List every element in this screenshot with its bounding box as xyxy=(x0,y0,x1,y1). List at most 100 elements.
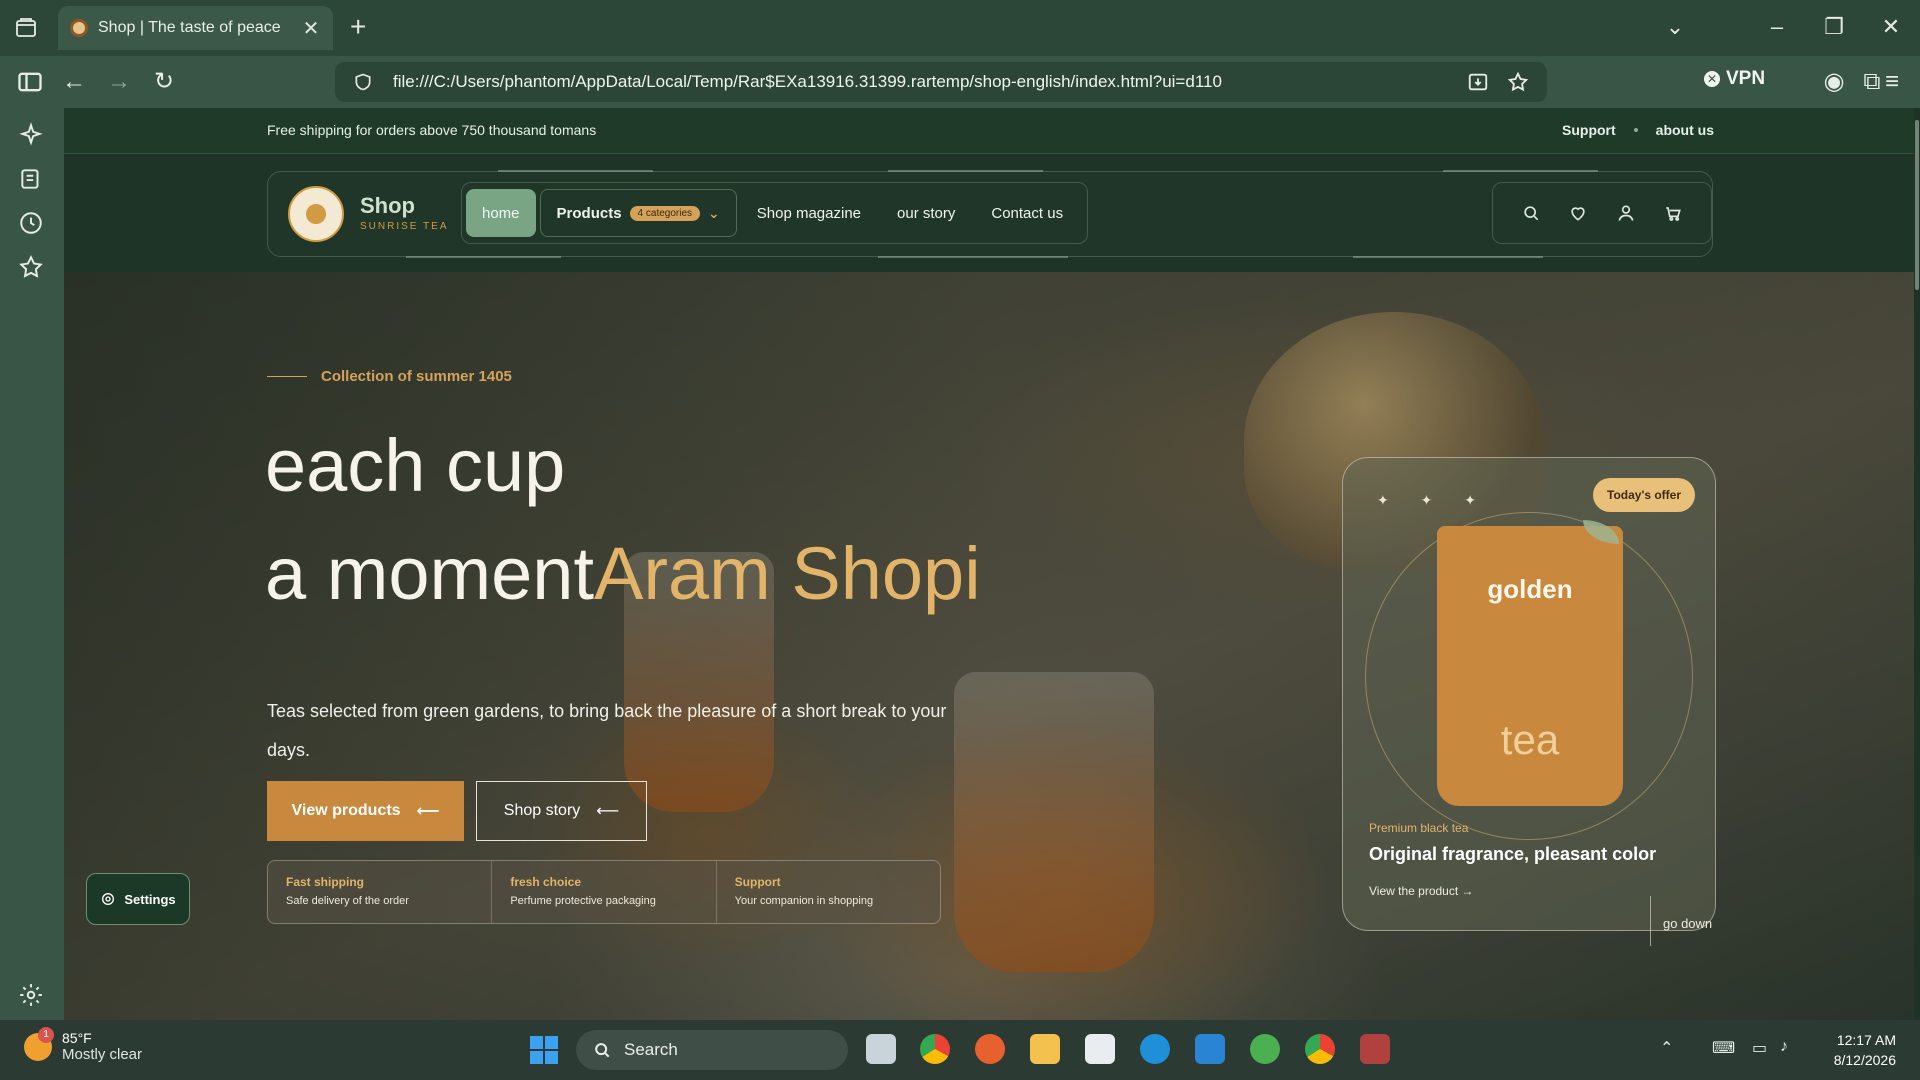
package-subtitle: tea xyxy=(1500,716,1560,763)
site-info-shield-icon[interactable] xyxy=(353,72,373,92)
feature-fresh-choice: fresh choice Perfume protective packagin… xyxy=(492,861,717,923)
url-text[interactable]: file:///C:/Users/phantom/AppData/Local/T… xyxy=(393,72,1467,92)
history-clock-icon[interactable] xyxy=(18,210,44,236)
feature-support: Support Your companion in shopping xyxy=(717,861,940,923)
about-us-link[interactable]: about us xyxy=(1656,122,1714,138)
tab-title: Shop | The taste of peace xyxy=(98,19,281,36)
search-icon[interactable] xyxy=(1521,203,1541,223)
volume-icon[interactable]: ♪ xyxy=(1780,1038,1788,1056)
new-tab-button[interactable]: + xyxy=(350,12,366,42)
file-explorer-icon[interactable] xyxy=(1030,1034,1060,1064)
vscode-icon[interactable] xyxy=(1195,1034,1225,1064)
firefox-icon[interactable] xyxy=(975,1034,1005,1064)
start-windows-icon[interactable] xyxy=(530,1036,558,1064)
bookmark-star-icon[interactable] xyxy=(1507,71,1529,93)
hero-tea-glass-illustration xyxy=(954,672,1154,972)
microsoft-store-icon[interactable] xyxy=(1085,1034,1115,1064)
browser-tab-bar: Shop | The taste of peace ✕ + ⌄ – ❐ ✕ xyxy=(0,0,1920,56)
tray-chevron-up-icon[interactable]: ⌃ xyxy=(1660,1038,1673,1058)
search-icon xyxy=(595,1043,610,1058)
nav-products[interactable]: Products 4 categories ⌄ xyxy=(539,189,737,237)
settings-button[interactable]: Settings xyxy=(86,873,190,925)
close-window-icon[interactable]: ✕ xyxy=(1876,12,1906,42)
view-products-button[interactable]: View products ⟵ xyxy=(267,781,464,841)
headline-line-1: each cup xyxy=(265,424,566,507)
nav-accent-line xyxy=(1443,170,1598,172)
support-link[interactable]: Support xyxy=(1562,122,1616,138)
address-bar[interactable]: file:///C:/Users/phantom/AppData/Local/T… xyxy=(335,62,1547,102)
minimize-icon[interactable]: – xyxy=(1762,12,1792,42)
tab-close-icon[interactable]: ✕ xyxy=(301,16,321,41)
menu-icon[interactable]: ≡ xyxy=(1878,68,1906,96)
view-product-link[interactable]: View the product → xyxy=(1369,884,1474,898)
network-icon[interactable]: ▭ xyxy=(1752,1038,1767,1058)
brand-logo[interactable] xyxy=(288,186,344,242)
taskbar-search[interactable]: Search xyxy=(576,1030,848,1070)
sidebar-toggle-icon[interactable] xyxy=(16,68,44,96)
feature-fast-shipping: Fast shipping Safe delivery of the order xyxy=(268,861,493,923)
gear-icon xyxy=(102,893,115,905)
panel-settings-gear-icon[interactable] xyxy=(18,982,44,1008)
ai-sparkle-icon[interactable] xyxy=(18,122,44,148)
nav-accent-line xyxy=(878,256,1068,258)
free-shipping-promo: Free shipping for orders above 750 thous… xyxy=(267,122,597,138)
todays-offer-card[interactable]: ✦ ✦ ✦ Today's offer golden tea Premium b… xyxy=(1342,457,1716,931)
leaf-icon xyxy=(1583,520,1619,544)
tab-list-chevron-icon[interactable]: ⌄ xyxy=(1660,12,1690,42)
task-view-icon[interactable] xyxy=(866,1034,896,1064)
offer-category: Premium black tea xyxy=(1369,821,1469,835)
app-icon[interactable] xyxy=(1250,1034,1280,1064)
user-account-icon[interactable] xyxy=(1616,203,1636,223)
vpn-label: VPN xyxy=(1726,68,1766,89)
clock-date: 8/12/2026 xyxy=(1833,1052,1896,1068)
main-navigation: Shop SUNRISE TEA home Products 4 categor… xyxy=(267,170,1713,258)
favorites-star-icon[interactable] xyxy=(18,254,44,280)
page-scrollbar[interactable] xyxy=(1914,108,1920,1020)
winrar-icon[interactable] xyxy=(1360,1034,1390,1064)
tab-actions-icon[interactable] xyxy=(14,16,38,40)
system-clock[interactable]: 12:17 AM 8/12/2026 xyxy=(1834,1030,1896,1070)
nav-products-label: Products xyxy=(556,204,622,222)
nav-accent-line xyxy=(888,170,1043,172)
restore-icon[interactable]: ❐ xyxy=(1819,12,1849,42)
nav-our-story[interactable]: our story xyxy=(881,189,971,237)
weather-widget[interactable]: 1 85°F Mostly clear xyxy=(24,1026,142,1063)
forward-icon[interactable]: → xyxy=(105,68,133,96)
sparkle-icons: ✦ ✦ ✦ xyxy=(1377,492,1490,508)
brand-tagline: SUNRISE TEA xyxy=(360,221,449,232)
nav-contact-us[interactable]: Contact us xyxy=(975,189,1079,237)
chevron-down-icon: ⌄ xyxy=(708,204,720,221)
reload-icon[interactable]: ↻ xyxy=(150,68,178,96)
back-icon[interactable]: ← xyxy=(60,68,88,96)
logo-mark-icon xyxy=(303,201,329,227)
shop-story-button[interactable]: Shop story ⟵ xyxy=(476,781,647,841)
nav-shop-magazine[interactable]: Shop magazine xyxy=(741,189,877,237)
view-products-label: View products xyxy=(291,802,401,819)
reading-list-icon[interactable] xyxy=(18,166,44,192)
nav-accent-line xyxy=(498,170,653,172)
vpn-button[interactable]: ✕ VPN xyxy=(1704,68,1765,90)
brand[interactable]: Shop SUNRISE TEA xyxy=(360,193,449,232)
profile-icon[interactable]: ◉ xyxy=(1820,68,1848,96)
scrollbar-thumb[interactable] xyxy=(1915,120,1919,290)
feature-desc: Safe delivery of the order xyxy=(286,895,409,907)
separator-dot xyxy=(1633,128,1638,132)
install-app-icon[interactable] xyxy=(1467,71,1489,93)
wishlist-heart-icon[interactable] xyxy=(1568,203,1588,223)
package-title: golden xyxy=(1487,574,1573,604)
chrome-profile-icon[interactable] xyxy=(1305,1034,1335,1064)
shopping-cart-icon[interactable] xyxy=(1663,203,1683,223)
clock-time: 12:17 AM xyxy=(1836,1032,1896,1048)
offer-title: Original fragrance, pleasant color xyxy=(1369,844,1657,864)
hero-lead-text: Teas selected from green gardens, to bri… xyxy=(267,701,947,760)
edge-icon[interactable] xyxy=(1140,1034,1170,1064)
nav-home[interactable]: home xyxy=(466,189,536,237)
go-down-hint[interactable]: go down xyxy=(1650,896,1712,946)
weather-temperature: 85°F xyxy=(62,1030,92,1046)
kicker-text: Collection of summer 1405 xyxy=(321,368,512,385)
feature-strip: Fast shipping Safe delivery of the order… xyxy=(267,860,941,924)
language-indicator-icon[interactable]: ⌨ xyxy=(1712,1038,1735,1058)
vpn-off-icon: ✕ xyxy=(1704,71,1720,87)
chrome-icon[interactable] xyxy=(920,1034,950,1064)
browser-tab-active[interactable]: Shop | The taste of peace ✕ xyxy=(58,6,333,50)
